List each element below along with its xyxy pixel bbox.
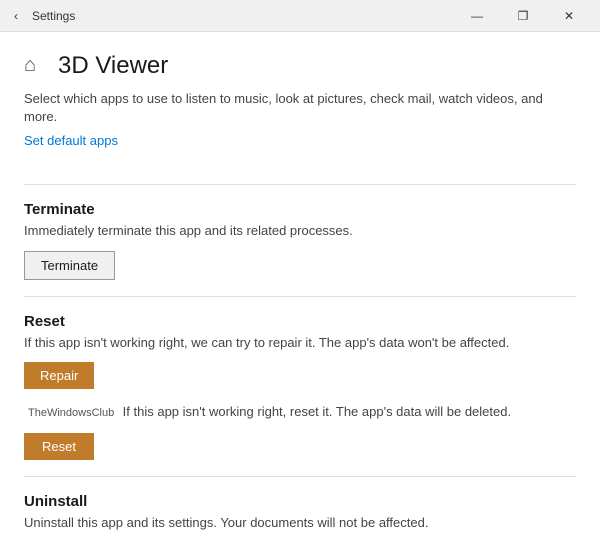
repair-description: If this app isn't working right, we can … xyxy=(24,334,576,352)
watermark: TheWindowsClub xyxy=(24,405,118,421)
divider-1 xyxy=(24,184,576,185)
repair-button[interactable]: Repair xyxy=(24,362,94,389)
uninstall-description: Uninstall this app and its settings. You… xyxy=(24,514,576,532)
divider-3 xyxy=(24,476,576,477)
title-bar-title: Settings xyxy=(32,9,75,23)
terminate-button[interactable]: Terminate xyxy=(24,251,115,280)
page-header: ⌂ 3D Viewer xyxy=(24,52,576,80)
main-content: ⌂ 3D Viewer Select which apps to use to … xyxy=(0,32,600,536)
title-bar-controls: — ❐ ✕ xyxy=(454,0,592,32)
divider-2 xyxy=(24,296,576,297)
title-bar-left: ‹ Settings xyxy=(8,5,75,27)
uninstall-section: Uninstall Uninstall this app and its set… xyxy=(24,493,576,536)
home-icon: ⌂ xyxy=(24,54,48,78)
uninstall-title: Uninstall xyxy=(24,493,576,510)
reset-description: If this app isn't working right, reset i… xyxy=(123,404,511,419)
reset-button[interactable]: Reset xyxy=(24,433,94,460)
terminate-title: Terminate xyxy=(24,201,576,218)
reset-title: Reset xyxy=(24,313,576,330)
maximize-button[interactable]: ❐ xyxy=(500,0,546,32)
terminate-description: Immediately terminate this app and its r… xyxy=(24,222,576,240)
terminate-section: Terminate Immediately terminate this app… xyxy=(24,201,576,279)
page-title: 3D Viewer xyxy=(58,52,168,80)
set-default-apps-link[interactable]: Set default apps xyxy=(24,133,118,148)
minimize-button[interactable]: — xyxy=(454,0,500,32)
page-description: Select which apps to use to listen to mu… xyxy=(24,90,576,126)
reset-section: Reset If this app isn't working right, w… xyxy=(24,313,576,460)
close-button[interactable]: ✕ xyxy=(546,0,592,32)
back-button[interactable]: ‹ xyxy=(8,5,24,27)
title-bar: ‹ Settings — ❐ ✕ xyxy=(0,0,600,32)
